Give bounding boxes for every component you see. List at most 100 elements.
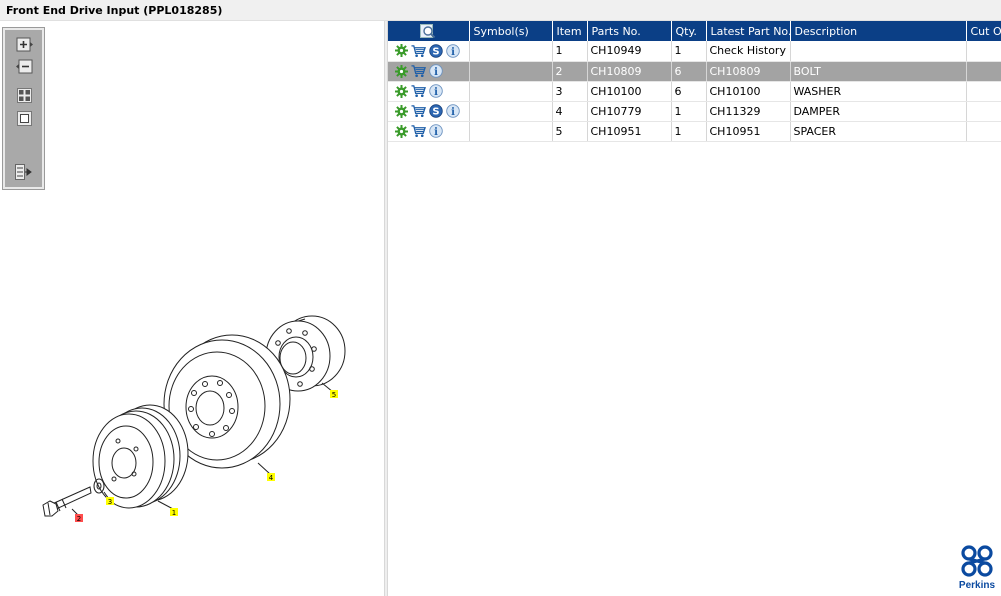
gear-icon[interactable] [394, 64, 409, 79]
table-row[interactable]: S i 1 CH10949 1 Check History [388, 41, 1001, 62]
cut-off-cell [966, 121, 1001, 142]
qty-cell: 6 [671, 81, 707, 102]
description-cell: SPACER [790, 121, 967, 142]
perkins-logo: Perkins [957, 544, 997, 594]
row-actions-cell: S i [388, 41, 470, 62]
callout-5-label: 5 [332, 391, 336, 399]
description-cell [790, 41, 967, 62]
perkins-logo-icon [961, 545, 993, 577]
qty-column-header[interactable]: Qty. [671, 21, 707, 41]
actual-size-icon [16, 110, 32, 126]
svg-text:i: i [434, 127, 438, 138]
supersession-icon[interactable]: S [428, 104, 443, 119]
cart-icon[interactable] [411, 84, 426, 99]
table-row[interactable]: i 2 CH10809 6 CH10809 BOLT [388, 61, 1001, 82]
info-icon[interactable]: i [428, 124, 443, 139]
cut-off-column-header[interactable]: Cut O [966, 21, 1001, 41]
callout-3-label: 3 [108, 498, 112, 506]
item-cell: 4 [552, 101, 588, 122]
parts-no-cell: CH10779 [587, 101, 672, 122]
table-row[interactable]: i 3 CH10100 6 CH10100 WASHER [388, 81, 1001, 102]
item-cell: 3 [552, 81, 588, 102]
cart-icon[interactable] [411, 104, 426, 119]
latest-part-cell: CH10951 [706, 121, 791, 142]
zoom-out-button[interactable] [15, 58, 33, 74]
svg-text:i: i [434, 87, 438, 98]
table-row[interactable]: S i 4 CH10779 1 CH11329 DAMPER [388, 101, 1001, 122]
item-column-header[interactable]: Item [552, 21, 588, 41]
item-cell: 1 [552, 41, 588, 62]
cart-icon[interactable] [411, 124, 426, 139]
description-cell: WASHER [790, 81, 967, 102]
fit-all-icon [16, 87, 32, 103]
svg-text:S: S [432, 46, 439, 57]
latest-part-column-header[interactable]: Latest Part No. [706, 21, 791, 41]
svg-text:i: i [451, 107, 455, 118]
gear-icon[interactable] [394, 124, 409, 139]
cut-off-cell [966, 61, 1001, 82]
parts-no-cell: CH10949 [587, 41, 672, 62]
row-actions-cell: S i [388, 101, 470, 122]
symbols-cell [469, 121, 553, 142]
search-column-header[interactable] [388, 21, 470, 41]
cart-icon[interactable] [411, 43, 426, 58]
gear-icon[interactable] [394, 104, 409, 119]
zoom-out-icon [15, 59, 32, 73]
cut-off-cell [966, 81, 1001, 102]
cut-off-cell [966, 41, 1001, 62]
perkins-logo-text: Perkins [958, 580, 996, 591]
gear-icon[interactable] [394, 84, 409, 99]
latest-part-cell: CH11329 [706, 101, 791, 122]
gear-icon[interactable] [394, 43, 409, 58]
symbols-cell [469, 61, 553, 82]
list-arrow-icon [15, 164, 32, 180]
actual-size-button[interactable] [15, 110, 33, 126]
symbols-cell [469, 41, 553, 62]
fit-all-button[interactable] [15, 87, 33, 103]
svg-text:i: i [434, 67, 438, 78]
info-icon[interactable]: i [445, 104, 460, 119]
row-actions-cell: i [388, 61, 470, 82]
qty-cell: 1 [671, 101, 707, 122]
description-cell: BOLT [790, 61, 967, 82]
cut-off-cell [966, 101, 1001, 122]
symbols-cell [469, 81, 553, 102]
zoom-toolbar [2, 27, 45, 190]
symbols-cell [469, 101, 553, 122]
search-icon[interactable] [420, 24, 436, 39]
info-icon[interactable]: i [428, 64, 443, 79]
description-cell: DAMPER [790, 101, 967, 122]
symbols-column-header[interactable]: Symbol(s) [469, 21, 553, 41]
latest-part-cell: Check History [706, 41, 791, 62]
window-title: Front End Drive Input (PPL018285) [0, 0, 1001, 21]
table-row[interactable]: i 5 CH10951 1 CH10951 SPACER [388, 121, 1001, 142]
parts-no-column-header[interactable]: Parts No. [587, 21, 672, 41]
parts-list-pane: Symbol(s) Item Parts No. Qty. Latest Par… [388, 21, 1001, 596]
info-icon[interactable]: i [428, 84, 443, 99]
callout-2-label: 2 [77, 515, 81, 523]
callout-1-label: 1 [172, 509, 176, 517]
callout-4-label: 4 [269, 474, 274, 482]
item-cell: 5 [552, 121, 588, 142]
description-column-header[interactable]: Description [790, 21, 967, 41]
zoom-in-button[interactable] [15, 36, 33, 52]
latest-part-cell: CH10809 [706, 61, 791, 82]
svg-text:S: S [432, 107, 439, 118]
info-icon[interactable]: i [445, 43, 460, 58]
table-header-row: Symbol(s) Item Parts No. Qty. Latest Par… [388, 21, 1001, 41]
svg-text:i: i [451, 47, 455, 58]
exploded-view-drawing: 5 4 1 3 2 [42, 315, 346, 523]
row-actions-cell: i [388, 121, 470, 142]
parts-no-cell: CH10809 [587, 61, 672, 82]
item-cell: 2 [552, 61, 588, 82]
illustration-pane[interactable]: 5 4 1 3 2 [0, 21, 384, 596]
qty-cell: 6 [671, 61, 707, 82]
row-actions-cell: i [388, 81, 470, 102]
supersession-icon[interactable]: S [428, 43, 443, 58]
toggle-list-button[interactable] [15, 164, 33, 180]
parts-table: Symbol(s) Item Parts No. Qty. Latest Par… [388, 21, 1001, 142]
parts-no-cell: CH10951 [587, 121, 672, 142]
zoom-in-icon [16, 37, 33, 51]
cart-icon[interactable] [411, 64, 426, 79]
qty-cell: 1 [671, 41, 707, 62]
